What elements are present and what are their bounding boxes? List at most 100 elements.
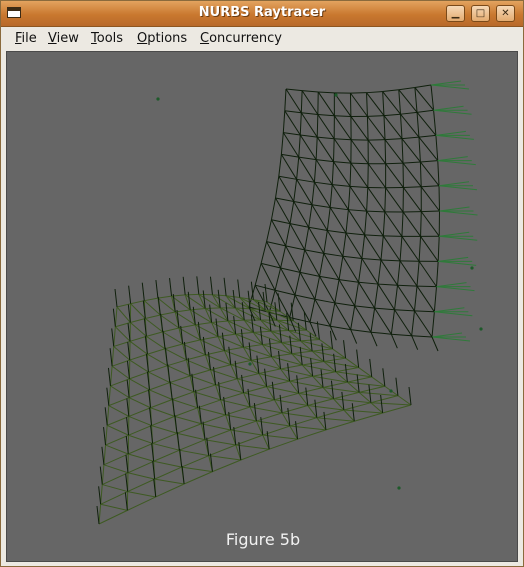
backrest-line — [334, 302, 355, 307]
seat-line — [113, 346, 131, 361]
backrest-line — [397, 284, 418, 287]
minimize-button[interactable]: ▁ — [446, 5, 465, 22]
backrest-line — [401, 138, 421, 163]
backrest-line — [330, 325, 351, 331]
backrest-line — [308, 226, 328, 231]
seat-normal-line — [408, 386, 412, 406]
backrest-line — [347, 209, 366, 236]
menu-options[interactable]: Options — [137, 31, 187, 46]
backrest-line — [361, 258, 379, 285]
control-point — [479, 327, 483, 331]
backrest-line — [364, 234, 382, 261]
seat-normal-line — [382, 368, 386, 387]
backrest-line — [348, 209, 367, 212]
close-button[interactable]: ✕ — [496, 5, 515, 22]
backrest-line — [366, 92, 368, 117]
backrest-line — [260, 262, 281, 269]
seat-line — [151, 425, 178, 434]
seat-line — [128, 442, 153, 455]
backrest-line — [350, 116, 369, 141]
backrest-line — [284, 88, 287, 111]
seat-line — [153, 449, 180, 462]
seat-line — [266, 380, 290, 388]
seat-normal-line — [141, 282, 145, 301]
edge-normal-line — [433, 109, 472, 115]
backrest-line — [345, 232, 365, 236]
menu-concurrency[interactable]: Concurrency — [200, 31, 282, 46]
backrest-line — [275, 197, 291, 224]
backrest-line — [315, 159, 333, 185]
backrest-line — [350, 162, 369, 188]
seat-line — [169, 375, 191, 384]
seat-line — [130, 318, 146, 323]
title-bar[interactable]: NURBS Raytracer ▁ □ ✕ — [1, 1, 523, 27]
seat-line — [235, 434, 263, 446]
seat-line — [298, 392, 334, 400]
edge-normal-line — [438, 260, 477, 266]
seat-line — [302, 360, 324, 366]
seat-line — [217, 333, 236, 338]
seat-normal-line — [111, 328, 115, 347]
seat-line — [103, 464, 129, 474]
seat-line — [102, 472, 129, 486]
seat-line — [249, 399, 275, 408]
seat-line — [115, 326, 131, 342]
backrest-line — [350, 329, 372, 333]
seat-line — [271, 353, 292, 358]
backrest-line — [309, 299, 316, 323]
seat-line — [149, 389, 173, 400]
seat-line — [258, 368, 281, 375]
seat-line — [193, 384, 216, 393]
menu-tools[interactable]: Tools — [91, 31, 123, 46]
backrest-line — [281, 153, 299, 158]
backrest-line — [266, 241, 282, 269]
backrest-line — [366, 116, 369, 141]
seat-line — [227, 319, 245, 322]
backrest-line — [278, 175, 295, 202]
backrest-line — [314, 298, 335, 304]
seat-normal-line — [98, 486, 102, 505]
backrest-line — [299, 249, 306, 273]
seat-line — [176, 432, 206, 441]
backrest-line — [433, 286, 438, 312]
backrest-line — [319, 276, 336, 304]
backrest-line — [414, 84, 432, 88]
backrest-line — [254, 263, 262, 286]
maximize-button[interactable]: □ — [471, 5, 490, 22]
seat-line — [300, 338, 320, 342]
backrest-line — [411, 335, 433, 338]
menu-file[interactable]: File — [15, 31, 37, 46]
seat-normal-line — [343, 340, 347, 359]
seat-line — [316, 409, 344, 419]
seat-line — [129, 340, 148, 355]
seat-line — [101, 464, 105, 485]
backrest-line — [370, 308, 376, 333]
seat-line — [189, 369, 211, 377]
backrest-line — [437, 236, 440, 262]
seat-line — [212, 459, 242, 473]
backrest-line — [294, 294, 316, 300]
backrest-line — [294, 294, 311, 323]
seat-normal-line — [320, 369, 324, 388]
backrest-line — [284, 110, 301, 136]
backrest-line — [382, 211, 386, 236]
backrest-line — [347, 186, 351, 210]
render-viewport[interactable]: Figure 5b — [6, 51, 518, 562]
seat-line — [111, 346, 115, 367]
backrest-line — [289, 201, 295, 224]
backrest-line — [282, 132, 300, 158]
backrest-line — [400, 114, 403, 139]
seat-line — [111, 365, 130, 380]
backrest-line — [420, 211, 422, 237]
backrest-line — [304, 249, 321, 277]
backrest-line — [299, 272, 316, 300]
backrest-line — [414, 310, 435, 313]
backrest-line — [399, 236, 403, 261]
menu-view[interactable]: View — [48, 31, 79, 46]
backrest-line — [311, 204, 328, 231]
seat-line — [172, 391, 195, 400]
backrest-line — [411, 310, 415, 336]
backrest-line — [299, 271, 320, 277]
backrest-line — [289, 223, 309, 228]
seat-line — [105, 444, 129, 455]
